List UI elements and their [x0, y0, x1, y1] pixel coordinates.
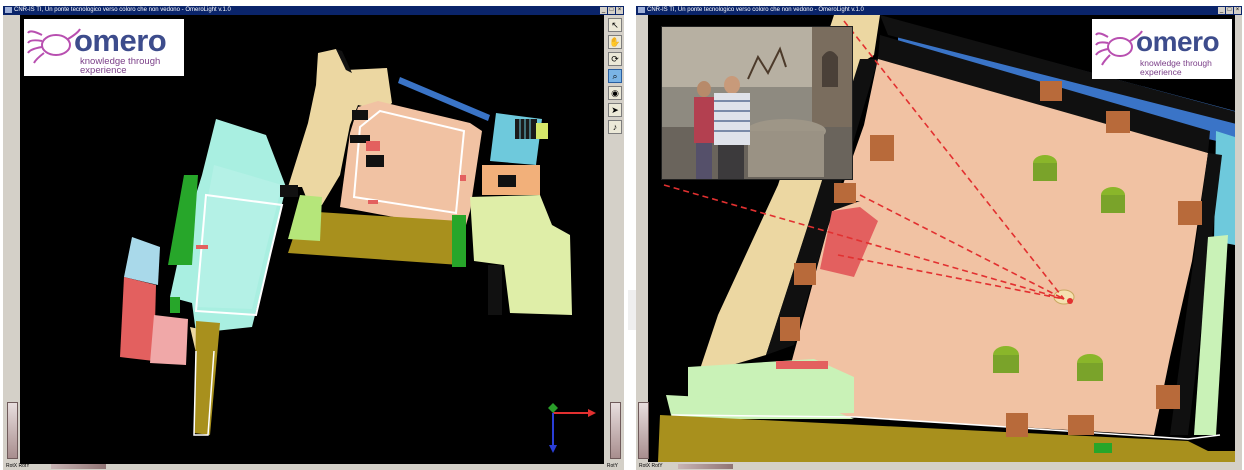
sound-icon[interactable]: ♪ — [608, 120, 622, 134]
room-southwest-light-blue — [124, 237, 160, 285]
axis-z-arrow — [549, 445, 557, 453]
app-icon — [638, 7, 645, 13]
logo-wordmark: omero — [1136, 26, 1220, 57]
red-marker — [368, 200, 378, 204]
column-body — [1033, 163, 1057, 181]
wall-block — [366, 155, 384, 167]
right-title-bar: CNR-IS TI, Un ponte tecnologico verso co… — [636, 6, 1242, 15]
status-rot-label: RotX RotY — [639, 463, 663, 469]
logo-wordmark: omero — [74, 23, 167, 58]
right-zoom-slider[interactable] — [610, 402, 621, 459]
maximize-button[interactable]: □ — [608, 7, 615, 14]
pillar — [1040, 81, 1062, 101]
right-app-window: CNR-IS TI, Un ponte tecnologico verso co… — [636, 6, 1242, 470]
person-head — [724, 76, 740, 94]
app-icon — [5, 7, 12, 13]
column-body — [993, 355, 1019, 373]
left-window-title: CNR-IS TI, Un ponte tecnologico verso co… — [14, 7, 231, 13]
axis-x-arrow — [588, 409, 596, 417]
red-marker — [196, 245, 208, 249]
red-floor-strip — [776, 361, 828, 369]
navigation-toolbar: ↖ ✋ ⟳ ⌕ ◉ ➤ ♪ — [608, 18, 622, 134]
axis-y-cube — [548, 403, 558, 413]
minimize-button[interactable]: _ — [1218, 7, 1225, 14]
pillar — [870, 135, 894, 161]
close-button[interactable]: × — [1234, 7, 1241, 14]
right-window-title: CNR-IS TI, Un ponte tecnologico verso co… — [647, 7, 864, 13]
wall-block — [488, 265, 502, 315]
room-southeast-light-green — [470, 195, 572, 315]
wall-block — [280, 185, 298, 197]
wall-block — [498, 175, 516, 187]
zoom-icon[interactable]: ⌕ — [608, 69, 622, 83]
video-frame-image — [662, 27, 852, 179]
pillar — [834, 183, 856, 203]
red-marker — [460, 175, 466, 181]
maximize-button[interactable]: □ — [1226, 7, 1233, 14]
column-body — [1101, 195, 1125, 213]
pillar — [1178, 201, 1202, 225]
room-green-strip — [452, 215, 466, 267]
right-status-bar: RotX RotY — [636, 463, 1242, 470]
right-window-zoom-slider[interactable] — [638, 402, 649, 459]
status-rot-slider[interactable] — [678, 464, 733, 469]
pillar — [780, 317, 800, 341]
corridor-south-brown — [194, 321, 220, 435]
status-rot-slider[interactable] — [51, 464, 106, 469]
hand-icon[interactable]: ✋ — [608, 35, 622, 49]
pillar — [794, 263, 816, 285]
red-marker — [366, 141, 380, 151]
room-southwest-pink — [150, 315, 188, 365]
right-window-controls: _ □ × — [1218, 7, 1241, 14]
pillar — [1006, 413, 1028, 437]
column-body — [1077, 363, 1103, 381]
logo-tagline-2: experience — [1140, 67, 1182, 77]
status-rot-right-label: RotY — [606, 463, 618, 469]
status-rot-label: RotX RotY — [6, 463, 30, 469]
logo-tagline-2: experience — [80, 65, 127, 76]
omero-logo: omero knowledge through experience — [24, 19, 184, 76]
stairs — [515, 119, 537, 139]
axes-gizmo — [548, 403, 596, 453]
video-preview — [661, 26, 853, 180]
omero-logo: omero knowledge through experience — [1092, 19, 1232, 79]
floor-plan-map[interactable] — [20, 15, 604, 464]
room-green-light — [288, 195, 322, 241]
room-southwest-green — [170, 297, 180, 313]
left-title-bar: CNR-IS TI, Un ponte tecnologico verso co… — [3, 6, 624, 15]
green-stripe — [1094, 443, 1112, 453]
pillar — [1106, 111, 1130, 133]
navigate-icon[interactable]: ➤ — [608, 103, 622, 117]
left-window-controls: _ □ × — [600, 7, 623, 14]
minimize-button[interactable]: _ — [600, 7, 607, 14]
pillar — [1068, 415, 1094, 435]
left-app-window: CNR-IS TI, Un ponte tecnologico verso co… — [3, 6, 624, 470]
room-southwest-coral — [120, 277, 156, 361]
map-viewport-3d[interactable]: omero knowledge through experience — [648, 15, 1235, 462]
map-viewport-2d[interactable]: omero knowledge through experience — [20, 15, 604, 464]
left-zoom-slider[interactable] — [7, 402, 18, 459]
left-status-bar: RotX RotY RotY — [3, 463, 624, 470]
rotate-icon[interactable]: ⟳ — [608, 52, 622, 66]
close-button[interactable]: × — [616, 7, 623, 14]
well-marker — [1067, 298, 1073, 304]
pointer-icon[interactable]: ↖ — [608, 18, 622, 32]
divider-tab — [628, 290, 636, 330]
wall-block — [352, 110, 368, 120]
room-east-lime — [536, 123, 548, 139]
pillar — [1156, 385, 1180, 409]
camera-icon[interactable]: ◉ — [608, 86, 622, 100]
